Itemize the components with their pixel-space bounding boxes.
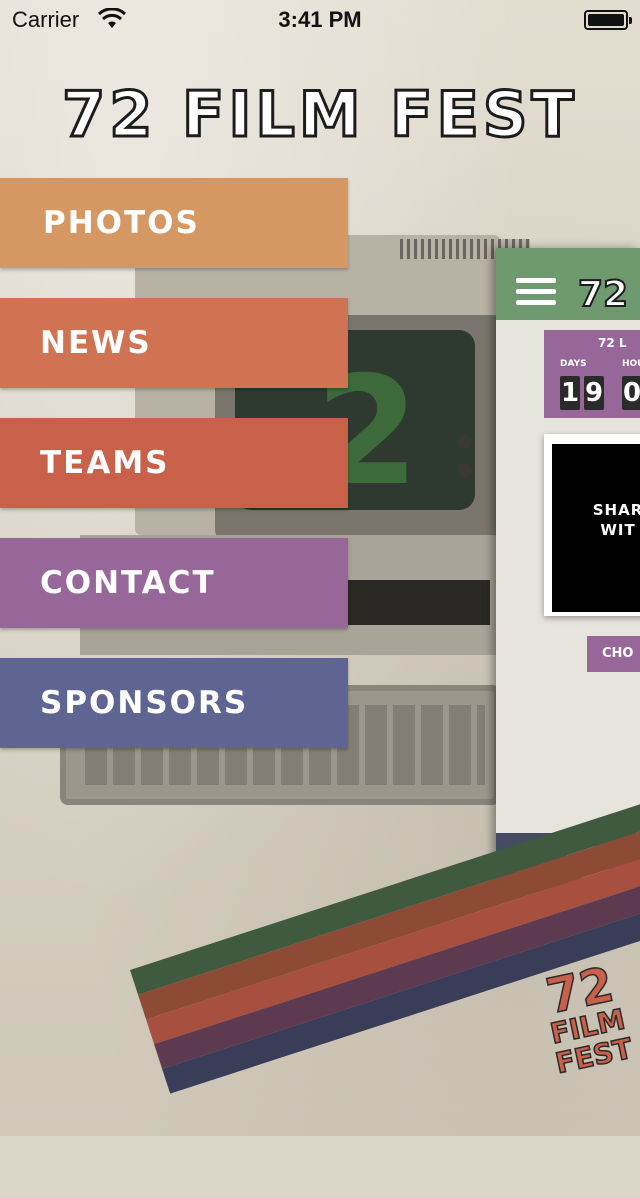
menu-item-contact[interactable]: CONTACT [0,538,348,628]
main-view-preview[interactable]: 72 F 72 L DAYS HOU 1 9 0 SHAR WIT CHO [496,248,640,888]
menu-item-sponsors[interactable]: SPONSORS [0,658,348,748]
menu-item-photos[interactable]: PHOTOS [0,178,348,268]
menu-item-label: SPONSORS [40,685,249,721]
menu-item-label: PHOTOS [43,205,200,241]
status-time: 3:41 PM [278,7,362,32]
menu-item-label: TEAMS [40,445,170,481]
status-bar: Carrier 3:41 PM [0,0,640,40]
menu-item-teams[interactable]: TEAMS [0,418,348,508]
countdown-days-label: DAYS [560,359,587,369]
menu-item-label: NEWS [40,325,152,361]
menu-item-label: CONTACT [40,565,216,601]
menu-item-news[interactable]: NEWS [0,298,348,388]
countdown-title: 72 L [598,336,627,350]
hamburger-menu-icon[interactable] [516,278,556,308]
main-view-logo: 72 F [577,273,640,316]
battery-icon [584,10,632,30]
countdown-digit: 9 [584,376,604,410]
app-logo: 72 FILM FEST [61,77,578,153]
countdown-digit: 0 [622,376,640,410]
main-view-header: 72 F [496,248,640,320]
share-text: SHAR WIT [592,501,640,539]
countdown-digit: 1 [560,376,580,410]
choose-button[interactable]: CHO [587,636,640,672]
countdown-hours-label: HOU [622,359,640,369]
